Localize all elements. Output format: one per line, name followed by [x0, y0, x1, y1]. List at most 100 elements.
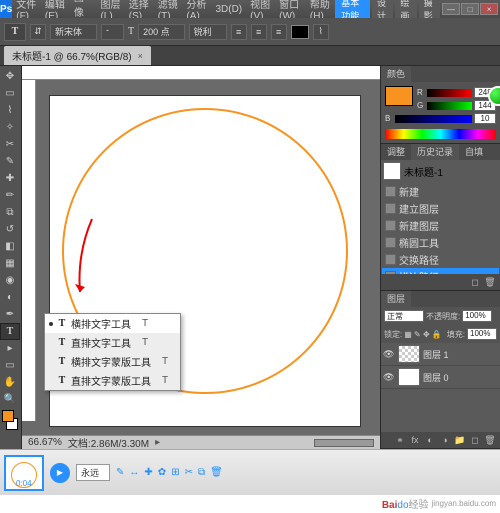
shape-tool[interactable]: ▭ [0, 357, 20, 374]
opacity-input[interactable]: 100% [462, 310, 492, 322]
path-select-tool[interactable]: ▸ [0, 340, 20, 357]
layer-thumb [398, 345, 420, 363]
pen-tool[interactable]: ✒ [0, 306, 20, 323]
warp-text-button[interactable]: ⌇ [313, 24, 329, 40]
new-layer-icon[interactable]: ◻ [469, 434, 481, 446]
history-item[interactable]: 新建 [382, 183, 499, 200]
visibility-icon[interactable]: 👁 [383, 349, 395, 360]
eraser-tool[interactable]: ◧ [0, 238, 20, 255]
loop-mode-select[interactable]: 永远 [76, 464, 110, 481]
color-fg-bg[interactable] [0, 410, 20, 432]
b-value[interactable]: 10 [474, 113, 496, 124]
history-item[interactable]: 交换路径 [382, 251, 499, 268]
h-scrollbar[interactable] [314, 439, 374, 447]
eyedrop-tool[interactable]: ✎ [0, 153, 20, 170]
history-snapshot[interactable]: 未标题-1 [381, 160, 500, 182]
document-tab-close[interactable]: × [138, 51, 143, 61]
adjust-layer-icon[interactable]: ◑ [439, 434, 451, 446]
b-slider[interactable] [395, 115, 472, 123]
history-item[interactable]: 椭圆工具 [382, 234, 499, 251]
dodge-tool[interactable]: ◐ [0, 289, 20, 306]
align-center-button[interactable]: ≡ [251, 24, 267, 40]
marquee-tool[interactable]: ▭ [0, 85, 20, 102]
font-family-select[interactable]: 新宋体 [50, 24, 97, 40]
move-tool[interactable]: ✥ [0, 68, 20, 85]
mask-icon[interactable]: ◐ [424, 434, 436, 446]
type-tool-flyout: T横排文字工具T T直排文字工具T T横排文字蒙版工具T T直排文字蒙版工具T [44, 313, 181, 391]
history-brush-tool[interactable]: ↺ [0, 221, 20, 238]
trash-icon[interactable]: 🗑 [210, 467, 223, 478]
color-tab[interactable]: 颜色 [381, 66, 411, 82]
layer-row[interactable]: 👁 图层 1 [381, 343, 500, 366]
history-item[interactable]: 建立图层 [382, 200, 499, 217]
visibility-icon[interactable]: 👁 [383, 372, 395, 383]
text-color-swatch[interactable] [291, 25, 309, 39]
heal-tool[interactable]: ✚ [0, 170, 20, 187]
layers-tab[interactable]: 图层 [381, 291, 411, 307]
history-panel: 调整 历史记录 自填 未标题-1 新建 建立图层 新建图层 椭圆工具 交换路径 … [381, 144, 500, 291]
workspace: ✥ ▭ ⌇ ✧ ✂ ✎ ✚ ✏ ⧉ ↺ ◧ ▦ ◉ ◐ ✒ T ▸ ▭ ✋ 🔍 [0, 66, 500, 449]
document-tab[interactable]: 未标题-1 @ 66.7%(RGB/8) × [4, 46, 151, 65]
flyout-vertical-type[interactable]: T直排文字工具T [45, 333, 180, 352]
align-left-button[interactable]: ≡ [231, 24, 247, 40]
hand-tool[interactable]: ✋ [0, 374, 20, 391]
layer-row[interactable]: 👁 图层 0 [381, 366, 500, 389]
color-panel-swatch[interactable] [385, 86, 413, 106]
gradient-tool[interactable]: ▦ [0, 255, 20, 272]
brush-tool[interactable]: ✏ [0, 187, 20, 204]
lasso-tool[interactable]: ⌇ [0, 102, 20, 119]
grid-icon[interactable]: ⊞ [171, 467, 179, 478]
blend-mode-select[interactable]: 正常 [384, 310, 424, 322]
history-tab[interactable]: 历史记录 [411, 144, 459, 160]
window-max-button[interactable]: □ [461, 3, 479, 15]
add-icon[interactable]: ✚ [144, 467, 152, 478]
zoom-readout[interactable]: 66.67% [28, 437, 62, 448]
g-label: G [417, 101, 425, 110]
window-min-button[interactable]: — [442, 3, 460, 15]
zoom-tool[interactable]: 🔍 [0, 391, 20, 408]
history-item[interactable]: 新建图层 [382, 217, 499, 234]
ruler-vertical [22, 80, 36, 421]
group-icon[interactable]: 📁 [454, 434, 466, 446]
r-slider[interactable] [427, 89, 472, 97]
play-button[interactable]: ▶ [50, 463, 70, 483]
align-right-button[interactable]: ≡ [271, 24, 287, 40]
canvas-wrap: T横排文字工具T T直排文字工具T T横排文字蒙版工具T T直排文字蒙版工具T … [22, 66, 380, 449]
fill-tab[interactable]: 自填 [459, 144, 489, 160]
flyout-vertical-mask[interactable]: T直排文字蒙版工具T [45, 371, 180, 390]
aa-select[interactable]: 锐利 [189, 24, 227, 40]
delete-layer-icon[interactable]: 🗑 [484, 434, 496, 446]
flower-icon[interactable]: ✿ [158, 467, 166, 478]
flyout-horizontal-mask[interactable]: T横排文字蒙版工具T [45, 352, 180, 371]
delete-state-icon[interactable]: 🗑 [484, 276, 496, 288]
window-close-button[interactable]: × [480, 3, 498, 15]
stamp-tool[interactable]: ⧉ [0, 204, 20, 221]
link-layers-icon[interactable]: ⚭ [394, 434, 406, 446]
layers-panel: 图层 正常 不透明度: 100% 锁定: ▦ ✎ ✥ 🔒 填充: 100% 👁图… [381, 291, 500, 449]
text-orient-button[interactable]: ⇵ [30, 24, 46, 40]
fx-icon[interactable]: fx [409, 434, 421, 446]
new-snapshot-icon[interactable]: ◻ [469, 276, 481, 288]
resize-icon[interactable]: ↔ [129, 467, 139, 478]
font-size-select[interactable]: 200 点 [138, 24, 185, 40]
layer-name[interactable]: 图层 1 [423, 348, 449, 361]
wand-tool[interactable]: ✧ [0, 119, 20, 136]
blur-tool[interactable]: ◉ [0, 272, 20, 289]
type-tool[interactable]: T [0, 323, 20, 340]
font-style-select[interactable]: - [101, 24, 124, 40]
menu-3d[interactable]: 3D(D) [211, 4, 246, 15]
layer-name[interactable]: 图层 0 [423, 371, 449, 384]
g-slider[interactable] [427, 102, 472, 110]
copy-icon[interactable]: ⧉ [198, 467, 205, 478]
adjust-tab[interactable]: 调整 [381, 144, 411, 160]
flyout-horizontal-type[interactable]: T横排文字工具T [45, 314, 180, 333]
fill-input[interactable]: 100% [467, 328, 497, 340]
crop-tool[interactable]: ✂ [0, 136, 20, 153]
hue-bar[interactable] [385, 129, 496, 139]
size-icon: T [128, 26, 134, 37]
fg-color-swatch[interactable] [2, 410, 14, 422]
step-thumb[interactable]: 0:04 [4, 455, 44, 491]
pencil-icon[interactable]: ✎ [116, 467, 124, 478]
lock-icons[interactable]: ▦ ✎ ✥ 🔒 [404, 330, 442, 339]
scissors-icon[interactable]: ✂ [185, 467, 193, 478]
